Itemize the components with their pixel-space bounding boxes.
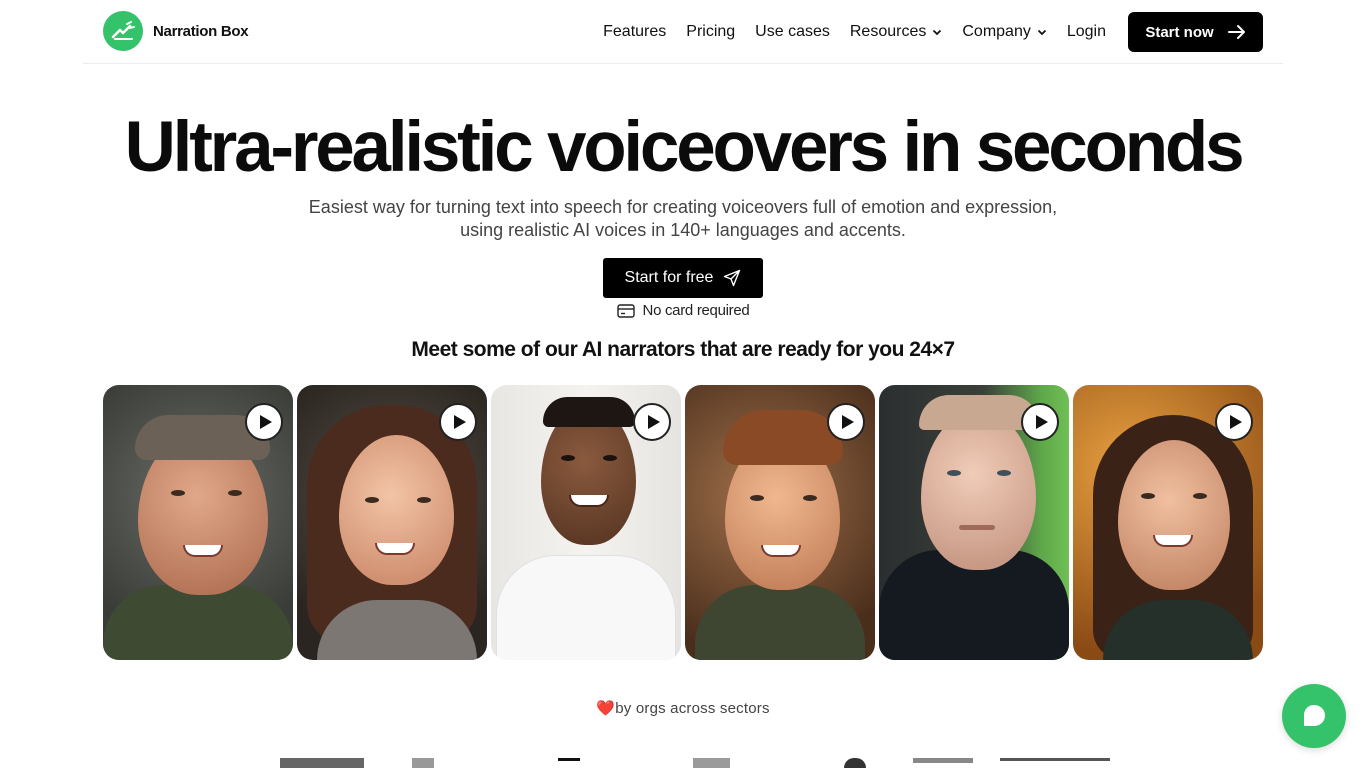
narrator-portrait: [543, 397, 635, 427]
play-icon: [453, 415, 466, 429]
nav-label: Features: [603, 23, 667, 40]
narrator-portrait: [417, 497, 431, 503]
narrator-portrait: [695, 585, 865, 660]
play-button[interactable]: [633, 403, 671, 441]
narrator-portrait: [921, 410, 1036, 570]
play-icon: [841, 415, 854, 429]
play-button[interactable]: [1215, 403, 1253, 441]
social-proof-text: ❤️by orgs across sectors: [0, 699, 1366, 717]
narrator-portrait: [803, 495, 817, 501]
chat-widget-button[interactable]: [1282, 684, 1346, 748]
narrator-portrait: [561, 455, 575, 461]
play-button[interactable]: [1021, 403, 1059, 441]
start-for-free-label: Start for free: [624, 269, 714, 286]
nav-label: Use cases: [755, 23, 830, 40]
client-logo: [693, 758, 730, 768]
client-logo: [1000, 758, 1110, 761]
narrator-portrait: [947, 470, 961, 476]
nav-item-login[interactable]: Login: [1067, 23, 1106, 41]
narrator-portrait: [365, 497, 379, 503]
hero-subtitle-line-1: Easiest way for turning text into speech…: [308, 197, 1058, 217]
no-card-text: No card required: [642, 302, 750, 319]
site-header: Narration Box Features Pricing Use cases…: [83, 0, 1283, 64]
narrator-portrait: [750, 495, 764, 501]
narrator-card-3[interactable]: [491, 385, 681, 660]
main-nav: Features Pricing Use cases Resources Com…: [603, 12, 1263, 52]
play-icon: [1035, 415, 1048, 429]
narrator-card-6[interactable]: [1073, 385, 1263, 660]
play-button[interactable]: [245, 403, 283, 441]
hero-title: Ultra-realistic voiceovers in seconds: [124, 108, 1245, 187]
narrator-portrait: [1141, 493, 1155, 499]
nav-label: Resources: [849, 23, 927, 40]
play-icon: [1229, 415, 1242, 429]
client-logo: [844, 758, 866, 768]
nav-item-company[interactable]: Company: [962, 23, 1046, 41]
narrator-portrait: [171, 490, 185, 496]
narrator-portrait: [1193, 493, 1207, 499]
hero-subtitle: Easiest way for turning text into speech…: [0, 196, 1366, 242]
start-now-label: Start now: [1145, 23, 1214, 41]
no-card-note: No card required: [0, 302, 1366, 319]
credit-card-icon: [616, 303, 635, 318]
narrator-card-1[interactable]: [103, 385, 293, 660]
narrator-portrait: [569, 495, 609, 507]
nav-item-use-cases[interactable]: Use cases: [755, 23, 830, 41]
play-icon: [259, 415, 272, 429]
nav-item-resources[interactable]: Resources: [850, 23, 942, 41]
narrator-portrait: [1153, 535, 1193, 547]
social-proof-label: by orgs across sectors: [615, 700, 770, 717]
narrator-portrait: [496, 555, 676, 660]
chevron-down-icon: [933, 29, 942, 36]
narrator-cards: [103, 385, 1263, 660]
nav-item-features[interactable]: Features: [603, 23, 666, 41]
narrator-portrait: [723, 410, 843, 465]
client-logo: [412, 758, 434, 768]
brand-name: Narration Box: [153, 22, 249, 40]
client-logo: [913, 758, 973, 763]
narration-box-logo-icon: [103, 11, 143, 51]
hero-subtitle-line-2: using realistic AI voices in 140+ langua…: [460, 220, 906, 240]
narrator-portrait: [761, 545, 801, 557]
nav-item-pricing[interactable]: Pricing: [686, 23, 735, 41]
narrator-portrait: [997, 470, 1011, 476]
narrator-card-5[interactable]: [879, 385, 1069, 660]
chat-bubble-icon: [1304, 705, 1325, 726]
narrator-portrait: [103, 585, 293, 660]
nav-label: Login: [1066, 23, 1106, 40]
chevron-down-icon: [1037, 29, 1046, 36]
narrator-card-2[interactable]: [297, 385, 487, 660]
narrator-portrait: [603, 455, 617, 461]
narrator-portrait: [959, 525, 995, 530]
send-icon: [724, 269, 741, 287]
client-logos: [280, 758, 1120, 768]
arrow-right-icon: [1227, 25, 1245, 39]
narrator-portrait: [375, 543, 415, 555]
narrators-heading: Meet some of our AI narrators that are r…: [411, 338, 955, 361]
nav-label: Company: [962, 23, 1031, 40]
narrator-portrait: [183, 545, 223, 557]
start-for-free-button[interactable]: Start for free: [603, 258, 763, 298]
client-logo: [280, 758, 364, 768]
heart-icon: ❤️: [596, 700, 616, 717]
start-now-button[interactable]: Start now: [1128, 12, 1263, 52]
play-button[interactable]: [827, 403, 865, 441]
client-logo: [558, 758, 580, 761]
play-icon: [647, 415, 660, 429]
narrator-card-4[interactable]: [685, 385, 875, 660]
nav-label: Pricing: [686, 23, 736, 40]
narrator-portrait: [228, 490, 242, 496]
play-button[interactable]: [439, 403, 477, 441]
brand-logo[interactable]: Narration Box: [103, 11, 249, 51]
